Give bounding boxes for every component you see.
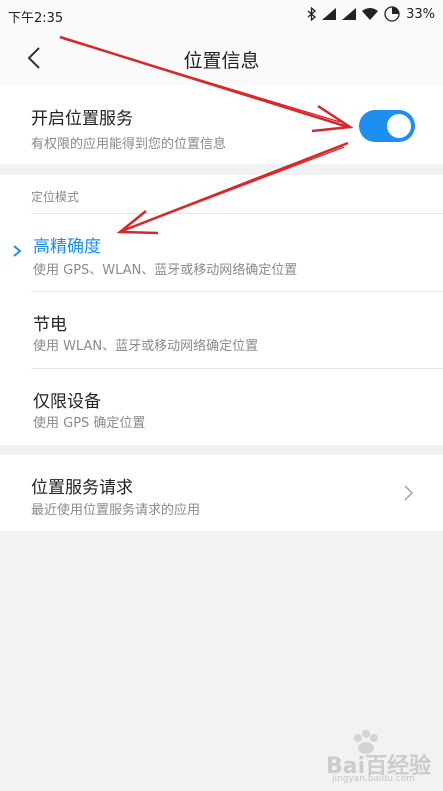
location-requests-title: 位置服务请求 bbox=[31, 478, 133, 498]
signal-icon bbox=[342, 8, 357, 20]
status-icons: 33% bbox=[307, 6, 435, 22]
mode-option-power-saving[interactable]: 节电 使用 WLAN、蓝牙或移动网络确定位置 bbox=[0, 292, 443, 368]
location-service-toggle[interactable] bbox=[359, 110, 415, 142]
status-time: 下午2:35 bbox=[8, 11, 64, 26]
app-header: 位置信息 bbox=[0, 30, 443, 86]
battery-level: 33% bbox=[406, 6, 435, 22]
chevron-right-icon bbox=[404, 485, 414, 501]
positioning-mode-label: 定位模式 bbox=[31, 190, 80, 204]
signal-icon bbox=[322, 8, 337, 20]
watermark-url: jingyan.baidu.com bbox=[332, 774, 416, 784]
battery-icon bbox=[384, 6, 400, 22]
mode-option-title: 仅限设备 bbox=[33, 392, 101, 412]
mode-option-high-accuracy[interactable]: 高精确度 使用 GPS、WLAN、蓝牙或移动网络确定位置 bbox=[0, 214, 443, 291]
location-service-title: 开启位置服务 bbox=[31, 109, 133, 129]
toggle-knob bbox=[387, 114, 411, 138]
page-title: 位置信息 bbox=[183, 50, 260, 72]
mode-option-subtitle: 使用 GPS 确定位置 bbox=[33, 416, 146, 431]
wifi-icon bbox=[362, 8, 379, 20]
location-requests-subtitle: 最近使用位置服务请求的应用 bbox=[31, 503, 201, 518]
mode-option-device-only[interactable]: 仅限设备 使用 GPS 确定位置 bbox=[0, 369, 443, 445]
mode-option-title: 节电 bbox=[33, 315, 67, 335]
mode-option-subtitle: 使用 WLAN、蓝牙或移动网络确定位置 bbox=[33, 339, 259, 354]
mode-option-subtitle: 使用 GPS、WLAN、蓝牙或移动网络确定位置 bbox=[33, 263, 298, 278]
bluetooth-icon bbox=[307, 7, 317, 21]
selected-chevron-icon bbox=[13, 245, 22, 257]
location-service-subtitle: 有权限的应用能得到您的位置信息 bbox=[31, 137, 227, 152]
mode-option-title: 高精确度 bbox=[33, 237, 101, 257]
status-bar: 下午2:35 33% bbox=[0, 0, 443, 30]
